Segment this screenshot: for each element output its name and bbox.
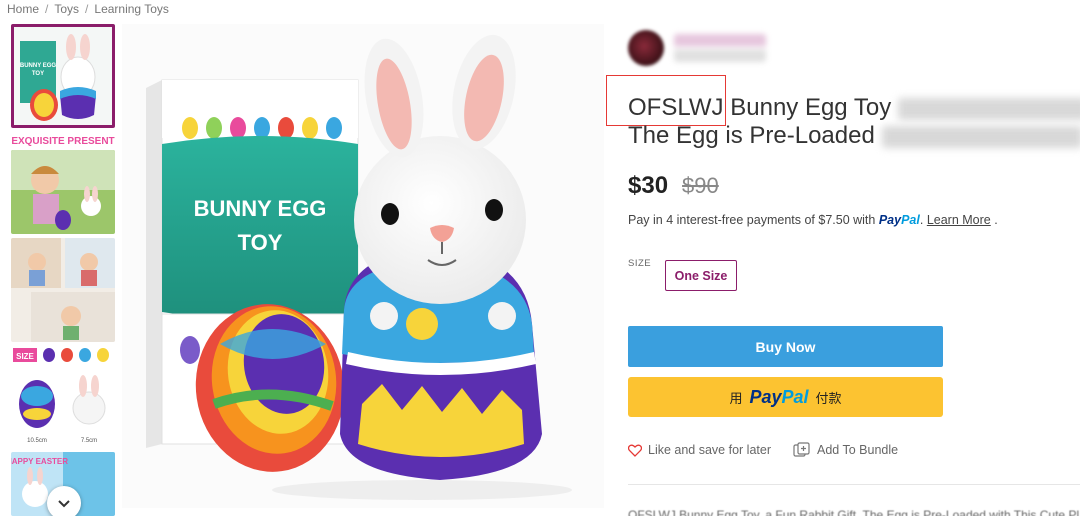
breadcrumb-separator: / (85, 2, 89, 16)
thumbnail-easter-text: HAPPY EASTER (11, 457, 68, 466)
product-title-part-1: Bunny Egg Toy (730, 94, 892, 121)
product-title: OFSLWJ Bunny Egg Toy The Egg is Pre-Load… (628, 94, 1080, 150)
thumbnail-4[interactable]: 10.5cm 7.5cm (11, 368, 115, 448)
thumbnail-size-label: SIZE (16, 352, 34, 361)
paypal-logo-pal: Pal (901, 213, 920, 227)
product-title-part-2: The Egg is Pre-Loaded (628, 122, 875, 149)
store-row[interactable] (628, 30, 766, 66)
paypal-logo: PayPal (749, 387, 808, 408)
main-product-image[interactable]: BUNNY EGG TOY (122, 24, 604, 508)
divider (628, 484, 1080, 485)
installment-period: . (919, 213, 924, 227)
paypal-logo: PayPal (879, 213, 920, 227)
size-option-one-size[interactable]: One Size (665, 260, 737, 291)
paypal-logo-pay: Pay (878, 213, 902, 227)
breadcrumb: Home / Toys / Learning Toys (7, 2, 169, 16)
svg-text:TOY: TOY (32, 71, 44, 77)
breadcrumb-separator: / (45, 2, 49, 16)
add-to-bundle-label: Add To Bundle (817, 443, 899, 457)
secondary-actions: Like and save for later Add To Bundle (628, 442, 898, 458)
add-to-bundle-button[interactable]: Add To Bundle (793, 442, 898, 458)
store-avatar[interactable] (628, 30, 664, 66)
bundle-add-icon (793, 442, 810, 457)
description-preview: OFSLWJ Bunny Egg Toy, a Fun Rabbit Gift,… (628, 508, 1080, 516)
breadcrumb-home[interactable]: Home (7, 2, 39, 16)
paypal-checkout-button[interactable]: 用 PayPal 付款 (628, 377, 943, 417)
thumbnail-size-strip[interactable]: SIZE (11, 346, 115, 364)
thumbnail-size-cm-1: 10.5cm (27, 438, 47, 444)
thumbnail-size-cm-2: 7.5cm (81, 438, 97, 444)
product-title-brand: OFSLWJ (628, 94, 724, 121)
thumbnail-3[interactable] (11, 238, 115, 342)
original-price: $90 (682, 173, 719, 198)
thumbnail-banner[interactable]: EXQUISITE PRESENT (11, 132, 115, 148)
price-row: $30 $90 (628, 172, 719, 200)
installment-period: . (994, 213, 998, 227)
box-text-line-1: BUNNY EGG (194, 196, 327, 221)
svg-text:BUNNY EGG: BUNNY EGG (20, 63, 57, 69)
paypal-button-suffix: 付款 (815, 390, 842, 406)
chevron-down-icon (58, 500, 70, 508)
blurred-text (881, 125, 1080, 148)
thumbnail-scroll-down-button[interactable] (47, 486, 81, 516)
thumbnail-2[interactable] (11, 150, 115, 234)
paypal-logo-pay: Pay (749, 386, 782, 407)
paypal-button-prefix: 用 (729, 390, 743, 406)
current-price: $30 (628, 172, 669, 199)
installment-info: Pay in 4 interest-free payments of $7.50… (628, 213, 998, 227)
thumbnail-1-selected[interactable]: BUNNY EGG TOY (11, 24, 115, 128)
size-label: SIZE (628, 258, 652, 269)
buy-now-button[interactable]: Buy Now (628, 326, 943, 367)
box-text-line-2: TOY (238, 230, 283, 255)
breadcrumb-learning-toys[interactable]: Learning Toys (94, 2, 169, 16)
installment-text: Pay in 4 interest-free payments of $7.50… (628, 213, 876, 227)
store-name-blurred (674, 34, 766, 62)
like-save-button[interactable]: Like and save for later (628, 443, 771, 457)
blurred-text (897, 97, 1080, 120)
breadcrumb-toys[interactable]: Toys (54, 2, 79, 16)
thumbnail-banner-text: EXQUISITE PRESENT (11, 136, 114, 147)
learn-more-link[interactable]: Learn More (927, 213, 991, 227)
thumbnail-strip: BUNNY EGG TOY EXQUISITE PRESENT SIZE 10.… (8, 24, 118, 516)
paypal-logo-pal: Pal (781, 386, 809, 407)
heart-icon (628, 444, 642, 457)
like-save-label: Like and save for later (648, 443, 771, 457)
